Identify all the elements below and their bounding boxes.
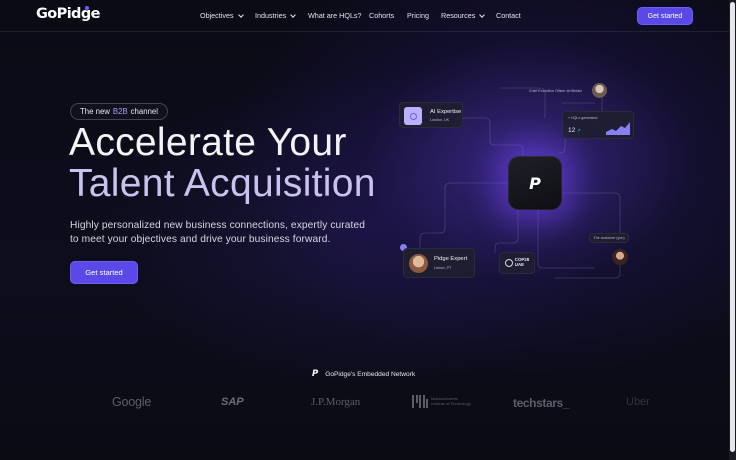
ai-expertise-title: AI Expertise bbox=[430, 109, 462, 115]
techstars-logo: techstars_ bbox=[513, 396, 570, 410]
executive-avatar bbox=[592, 83, 607, 98]
get-started-hero-button[interactable]: Get started bbox=[70, 261, 138, 284]
mit-bars-icon bbox=[412, 395, 428, 408]
nav-item-contact[interactable]: Contact bbox=[496, 11, 521, 20]
center-mark-letter: P bbox=[529, 173, 541, 193]
partner-logos-row: Google SAP J.P.Morgan Massachusetts Inst… bbox=[0, 392, 729, 416]
hqls-generated-card: ⌖ HQLs generated 12 ↗ bbox=[562, 111, 634, 139]
nav-item-label: Objectives bbox=[200, 11, 234, 20]
nav-item-label: Pricing bbox=[407, 11, 429, 20]
jpmorgan-logo: J.P.Morgan bbox=[311, 396, 361, 408]
hqls-label-row: ⌖ HQLs generated bbox=[568, 116, 597, 120]
hero-subtitle: Highly personalized new business connect… bbox=[70, 220, 366, 245]
nav-item-cohorts[interactable]: Cohorts bbox=[369, 11, 394, 20]
nav-item-label: Contact bbox=[496, 11, 521, 20]
chief-executive-label: Chief Executive Officer at Mintain bbox=[529, 89, 583, 93]
hql-pin-icon: ⌖ bbox=[568, 116, 571, 120]
sap-logo: SAP bbox=[221, 396, 244, 408]
mit-logo: Massachusetts Institute of Technology bbox=[412, 395, 471, 408]
embedded-network-heading: P GoPidge's Embedded Network bbox=[312, 369, 415, 379]
google-logo: Google bbox=[112, 395, 152, 409]
nav-item-label: Cohorts bbox=[369, 11, 395, 20]
ai-expertise-icon bbox=[404, 107, 422, 125]
chevron-down-icon bbox=[237, 11, 244, 18]
trend-up-icon: ↗ bbox=[575, 128, 581, 134]
get-started-nav-button[interactable]: Get started bbox=[637, 7, 693, 25]
b2b-channel-badge: The new B2B channel bbox=[70, 103, 168, 120]
embedded-network-label: GoPidge's Embedded Network bbox=[325, 370, 416, 378]
hqls-value-row: 12 ↗ bbox=[568, 127, 581, 134]
cop28-card: COP28 UAE bbox=[499, 252, 535, 274]
cop28-line-2: UAE bbox=[514, 262, 525, 267]
network-illustration: AI Expertise London, UK Chief Executive … bbox=[390, 78, 650, 288]
badge-accent: B2B bbox=[112, 107, 128, 116]
customer-label: The customer (you) bbox=[593, 236, 625, 240]
nav-item-label: Industries bbox=[255, 11, 287, 20]
gopidge-p-icon: P bbox=[312, 369, 319, 379]
chevron-down-icon bbox=[479, 11, 486, 18]
hqls-generated-label: HQLs generated bbox=[571, 116, 598, 120]
customer-avatar bbox=[612, 249, 628, 265]
pidge-expert-title: Pidge Expert bbox=[434, 256, 468, 262]
hero-title-line-2: Talent Acquisition bbox=[69, 162, 376, 205]
nav-item-pricing[interactable]: Pricing bbox=[407, 11, 429, 20]
hero-title-line-1: Accelerate Your bbox=[69, 121, 347, 164]
badge-prefix: The new bbox=[80, 107, 110, 116]
mit-logo-text: Massachusetts Institute of Technology bbox=[431, 396, 471, 406]
nav-item-industries[interactable]: Industries bbox=[255, 11, 297, 20]
scrollbar-thumb[interactable] bbox=[730, 2, 735, 452]
nav-item-resources[interactable]: Resources bbox=[441, 11, 486, 20]
cop28-logo-icon bbox=[504, 259, 513, 267]
gopidge-center-mark: P bbox=[508, 156, 562, 210]
pidge-expert-location: Lisbon, PT bbox=[434, 266, 452, 270]
badge-suffix: channel bbox=[130, 107, 158, 116]
nav-item-objectives[interactable]: Objectives bbox=[200, 11, 244, 20]
cop28-text: COP28 UAE bbox=[514, 257, 529, 268]
hql-mini-chart bbox=[606, 122, 630, 135]
nav-item-what-are-hqls[interactable]: What are HQLs? bbox=[308, 11, 362, 20]
nav-item-label: Resources bbox=[441, 11, 476, 20]
uber-logo: Uber bbox=[626, 396, 650, 408]
page-scrollbar[interactable] bbox=[729, 0, 736, 460]
ai-expertise-card: AI Expertise London, UK bbox=[399, 102, 463, 128]
pidge-expert-avatar bbox=[409, 254, 428, 273]
gopidge-logo[interactable]: GoPidge bbox=[36, 6, 100, 22]
ai-expertise-location: London, UK bbox=[430, 118, 449, 122]
chevron-down-icon bbox=[290, 11, 297, 18]
customer-card: The customer (you) bbox=[589, 233, 629, 243]
pidge-expert-card: Pidge Expert Lisbon, PT bbox=[403, 248, 475, 278]
logo-dot bbox=[85, 6, 89, 10]
nav-item-label: What are HQLs? bbox=[308, 11, 362, 20]
top-navigation: GoPidge Objectives Industries What are H… bbox=[0, 0, 729, 32]
